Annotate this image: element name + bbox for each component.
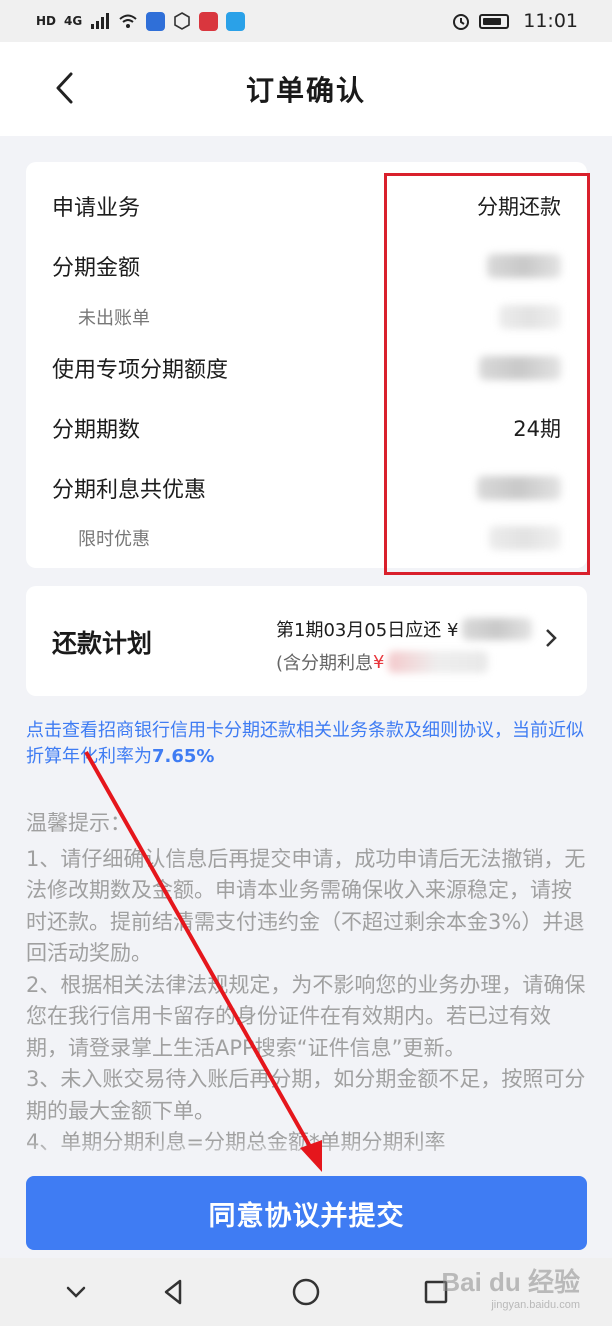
- tip-item-3: 3、未入账交易待入账后再分期，如分期金额不足，按照可分期的最大金额下单。: [26, 1067, 586, 1123]
- wifi-icon: [119, 14, 137, 28]
- repayment-plan-card[interactable]: 还款计划 第1期03月05日应还 ¥ (含分期利息 ¥: [26, 586, 587, 696]
- status-right: 11:01: [451, 10, 578, 32]
- app-notification-icon: [146, 11, 166, 31]
- chevron-right-icon: [546, 629, 557, 647]
- chevron-left-icon: [56, 72, 73, 104]
- submit-button[interactable]: 同意协议并提交: [26, 1176, 587, 1250]
- tips-title: 温馨提示：: [26, 811, 131, 835]
- signal-icon: [91, 13, 110, 29]
- row-label: 申请业务: [52, 196, 141, 221]
- alarm-icon: [453, 14, 470, 30]
- highlight-box: [384, 173, 590, 575]
- tip-item-2: 2、根据相关法律法规规定，为不影响您的业务办理，请确保您在我行信用卡留存的身份证…: [26, 972, 586, 1060]
- page-header: 订单确认: [0, 42, 612, 136]
- back-triangle-icon[interactable]: [158, 1276, 190, 1308]
- redacted-value: [388, 651, 489, 673]
- plan-first-installment-text: 第1期03月05日应还 ¥: [276, 620, 459, 641]
- row-sub-label: 限时优惠: [78, 529, 150, 550]
- row-sub-label: 未出账单: [78, 308, 150, 329]
- hand-notification-icon: [174, 12, 191, 30]
- agreement-text: 点击查看招商银行信用卡分期还款相关业务条款及细则协议，当前近似折算年化利率为: [26, 720, 584, 767]
- plan-first-installment: 第1期03月05日应还 ¥: [276, 616, 533, 642]
- search-app-icon: [226, 11, 246, 31]
- plan-interest-note: (含分期利息 ¥: [276, 649, 489, 675]
- tips-section: 温馨提示： 1、请仔细确认信息后再提交申请，成功申请后无法撤销，无法修改期数及金…: [26, 808, 588, 1159]
- camera-notification-icon: [199, 11, 219, 31]
- redacted-value: [462, 618, 533, 640]
- watermark-main: Bai du 经验: [441, 1267, 580, 1297]
- back-button[interactable]: [44, 68, 84, 108]
- plan-title: 还款计划: [52, 629, 153, 658]
- home-circle-icon[interactable]: [290, 1276, 322, 1308]
- battery-icon: [479, 13, 510, 29]
- page-title: 订单确认: [245, 74, 366, 107]
- tip-item-1: 1、请仔细确认信息后再提交申请，成功申请后无法撤销，无法修改期数及金额。申请本业…: [26, 846, 586, 966]
- watermark: Bai du 经验 jingyan.baidu.com: [441, 1262, 580, 1311]
- hd-indicator: HD: [36, 14, 57, 28]
- row-label: 使用专项分期额度: [52, 358, 229, 383]
- agreement-link[interactable]: 点击查看招商银行信用卡分期还款相关业务条款及细则协议，当前近似折算年化利率为7.…: [26, 718, 586, 770]
- row-label: 分期期数: [52, 418, 141, 443]
- network-type-indicator: 4G: [64, 14, 83, 28]
- tips-fade: [0, 1140, 612, 1176]
- row-label: 分期金额: [52, 256, 141, 281]
- row-label: 分期利息共优惠: [52, 478, 207, 503]
- clock: 11:01: [523, 10, 578, 32]
- chevron-down-icon[interactable]: [60, 1276, 92, 1308]
- plan-interest-currency: ¥: [373, 651, 385, 673]
- plan-interest-text: (含分期利息: [276, 653, 374, 674]
- annual-rate: 7.65%: [152, 746, 215, 767]
- status-bar: HD 4G 11:01: [0, 0, 612, 42]
- watermark-sub: jingyan.baidu.com: [491, 1299, 580, 1311]
- status-left: HD 4G: [36, 11, 246, 31]
